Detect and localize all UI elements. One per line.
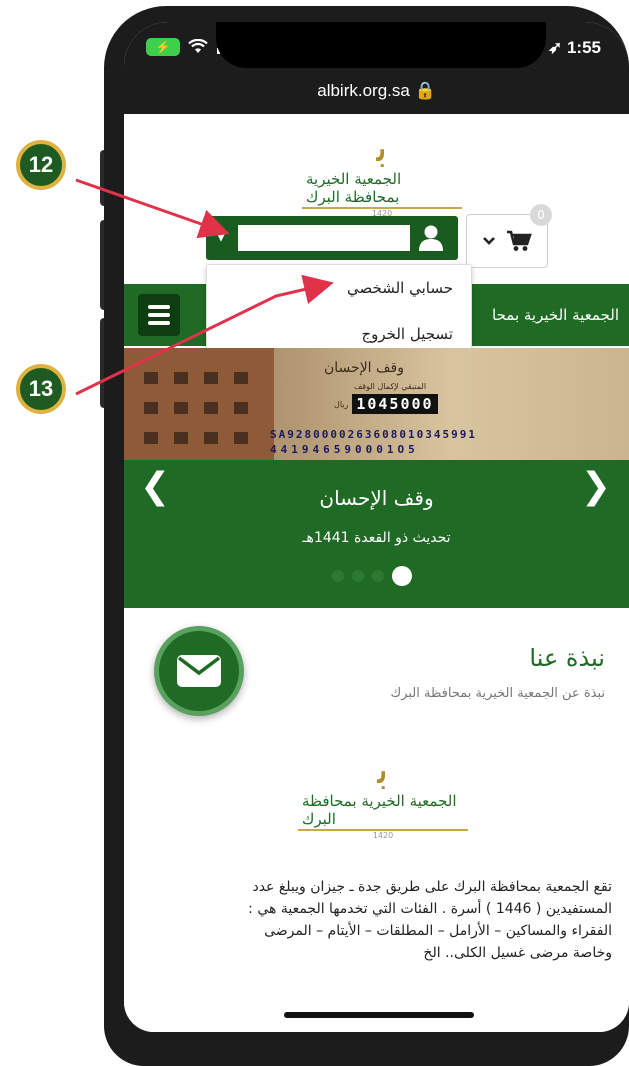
annotation-arrows [75,178,334,396]
tutorial-screenshot: ⚡ ➶ 1:55 albirk.org.sa 🔒 ﺑ الجمعية الخير… [0,0,629,1066]
annotation-arrow-12 [75,178,230,239]
annotation-badge-13: 13 [16,364,66,414]
annotation-badge-12: 12 [16,140,66,190]
annotation-arrow-13 [75,274,334,396]
